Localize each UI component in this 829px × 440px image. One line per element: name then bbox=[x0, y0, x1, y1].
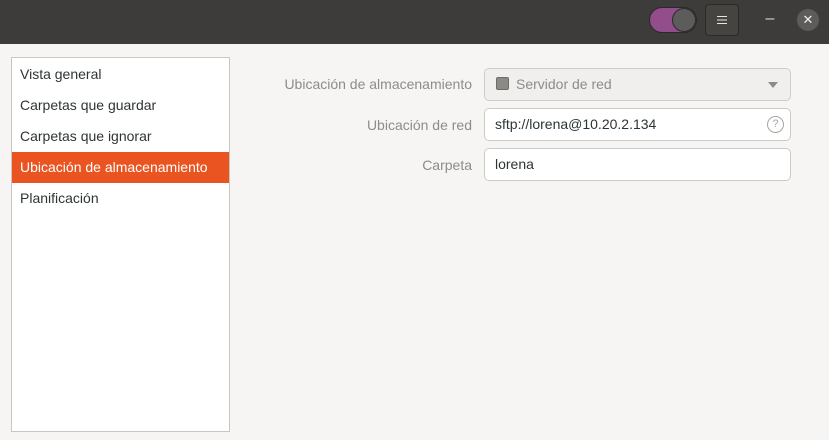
sidebar-item-overview[interactable]: Vista general bbox=[12, 59, 229, 90]
folder-value: lorena bbox=[495, 156, 534, 172]
minimize-button[interactable]: – bbox=[762, 8, 778, 32]
close-icon: ✕ bbox=[802, 12, 814, 27]
sidebar-item-label: Carpetas que ignorar bbox=[20, 128, 152, 144]
sidebar-list: Vista general Carpetas que guardar Carpe… bbox=[11, 57, 230, 432]
sidebar-item-label: Planificación bbox=[20, 190, 99, 206]
menu-button[interactable] bbox=[705, 4, 739, 36]
network-location-input[interactable]: sftp://lorena@10.20.2.134 ? bbox=[484, 108, 791, 141]
sidebar-item-folders-to-ignore[interactable]: Carpetas que ignorar bbox=[12, 121, 229, 152]
sidebar-item-folders-to-save[interactable]: Carpetas que guardar bbox=[12, 90, 229, 121]
minimize-icon: – bbox=[765, 10, 775, 27]
sidebar-item-label: Carpetas que guardar bbox=[20, 97, 157, 113]
storage-location-selected: Servidor de red bbox=[516, 76, 612, 92]
toggle-knob bbox=[672, 8, 696, 32]
storage-location-combo[interactable]: Servidor de red bbox=[484, 68, 791, 101]
sidebar-item-storage-location[interactable]: Ubicación de almacenamiento bbox=[12, 152, 229, 183]
header-bar: – ✕ bbox=[0, 0, 829, 44]
folder-input[interactable]: lorena bbox=[484, 148, 791, 181]
network-location-label: Ubicación de red bbox=[366, 117, 472, 133]
server-icon bbox=[496, 77, 509, 90]
chevron-down-icon bbox=[768, 82, 778, 88]
network-location-value: sftp://lorena@10.20.2.134 bbox=[495, 116, 657, 132]
toggle-switch[interactable] bbox=[649, 7, 697, 33]
close-button[interactable]: ✕ bbox=[797, 9, 819, 31]
sidebar-item-label: Ubicación de almacenamiento bbox=[20, 159, 208, 175]
folder-label: Carpeta bbox=[422, 157, 472, 173]
hamburger-icon bbox=[717, 16, 727, 24]
help-icon[interactable]: ? bbox=[767, 116, 784, 133]
sidebar-item-scheduling[interactable]: Planificación bbox=[12, 183, 229, 214]
storage-location-label: Ubicación de almacenamiento bbox=[284, 76, 472, 92]
sidebar-item-label: Vista general bbox=[20, 66, 102, 82]
